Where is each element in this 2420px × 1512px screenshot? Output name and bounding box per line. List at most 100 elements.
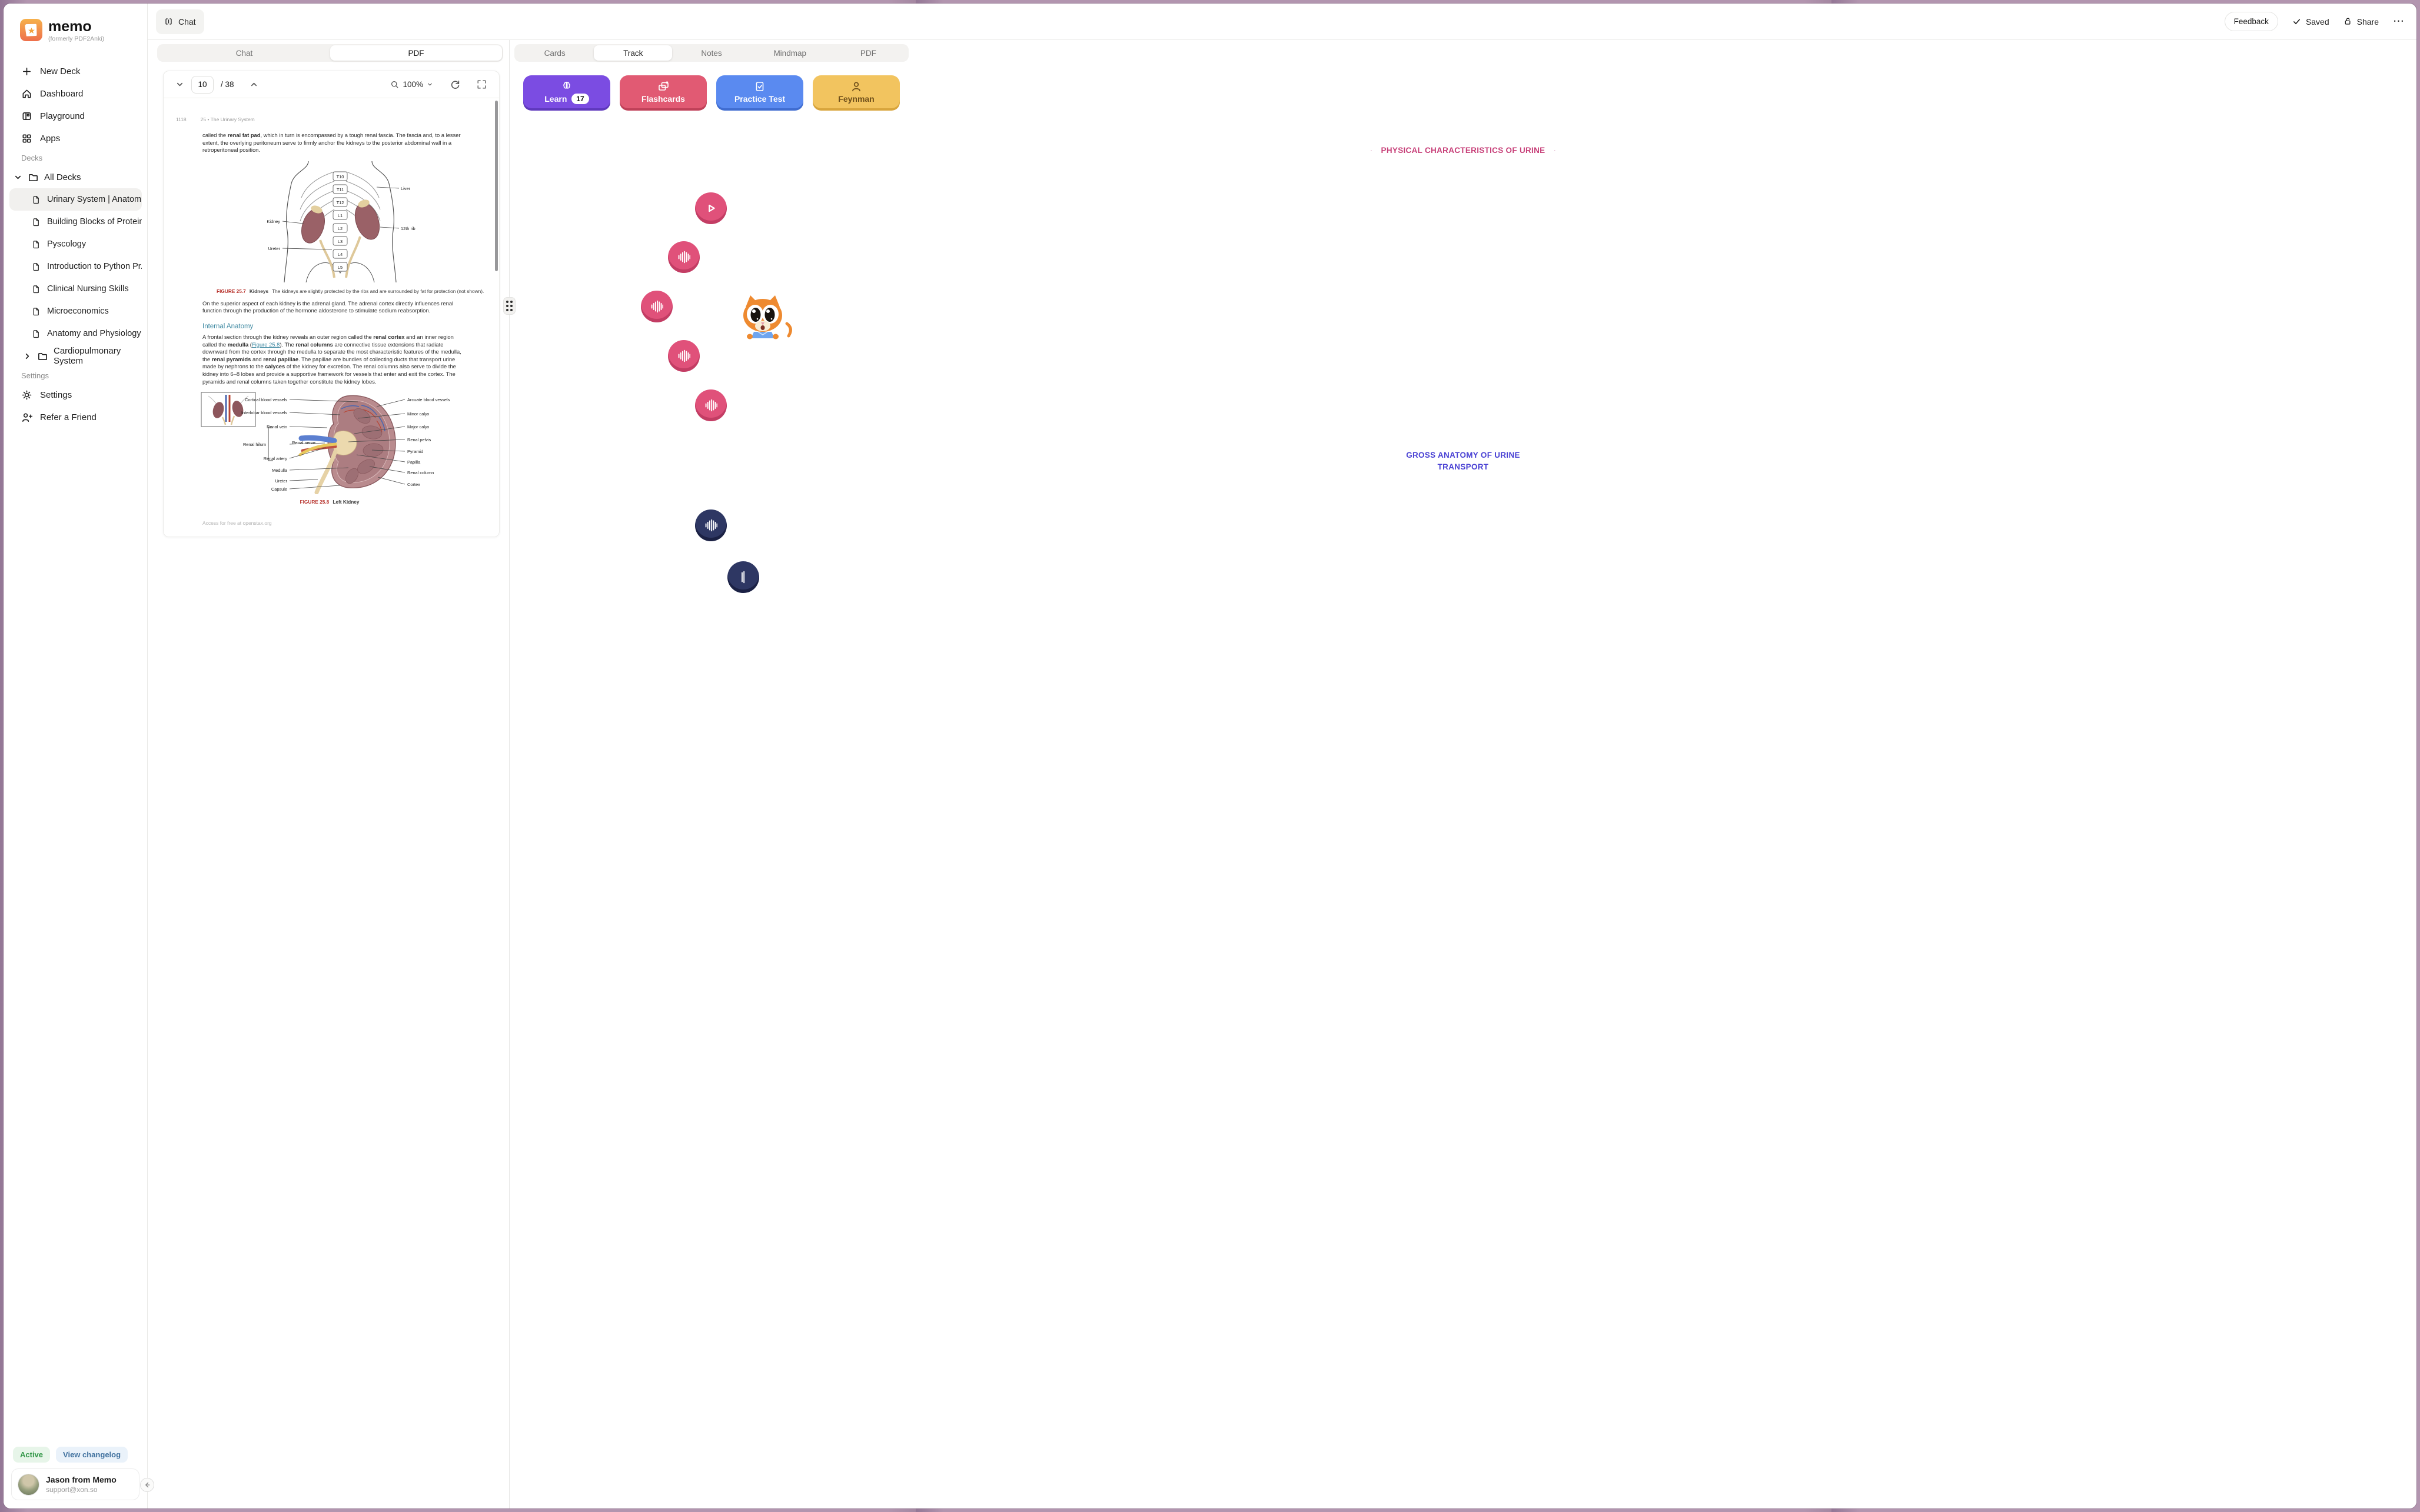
tab-pdf-right[interactable]: PDF: [829, 45, 908, 61]
person-icon: [850, 81, 862, 92]
figure-label: Renal nerve: [292, 440, 315, 445]
waveform-icon: [736, 570, 750, 584]
sidebar-deck-building-blocks[interactable]: Building Blocks of Proteins: [9, 211, 142, 233]
figure-title: Kidneys: [250, 288, 268, 294]
tab-chat[interactable]: Chat: [158, 45, 330, 61]
figure-label: Renal pelvis: [407, 437, 431, 442]
pdf-running-head: 25 • The Urinary System: [201, 116, 255, 122]
waveform-icon: [650, 299, 664, 314]
feynman-button[interactable]: Feynman: [813, 75, 900, 108]
share-button[interactable]: Share: [2343, 17, 2379, 26]
avatar: [18, 1474, 39, 1496]
sidebar-item-refer-friend[interactable]: Refer a Friend: [4, 406, 147, 428]
sidebar-item-new-deck[interactable]: New Deck: [4, 60, 147, 82]
file-icon: [32, 262, 41, 271]
pdf-scrollbar[interactable]: [495, 101, 498, 271]
audio-node-button[interactable]: [668, 340, 700, 372]
figure-25-7-illustration: T10 T11 T12 L1 L2 L3 L4 L5 Liver 12th ri…: [252, 160, 428, 284]
page-down-button[interactable]: [175, 80, 184, 89]
pdf-section-heading: Internal Anatomy: [202, 323, 499, 330]
app-subtitle: (formerly PDF2Anki): [48, 35, 104, 42]
learn-button[interactable]: Learn 17: [523, 75, 610, 108]
sidebar-item-settings[interactable]: Settings: [4, 384, 147, 406]
pdf-page-number: 1118: [176, 116, 187, 122]
figure-25-8-caption: FIGURE 25.8Left Kidney: [164, 499, 499, 505]
tab-track[interactable]: Track: [594, 45, 672, 61]
practice-test-button[interactable]: Practice Test: [716, 75, 803, 108]
file-icon: [32, 240, 41, 249]
sidebar-deck-anatomy-physiology[interactable]: Anatomy and Physiology: [9, 322, 142, 345]
collapse-sidebar-button[interactable]: [140, 1478, 154, 1492]
sidebar-deck-urinary-system[interactable]: Urinary System | Anatom...: [9, 188, 142, 211]
figure-label: Capsule: [271, 487, 287, 492]
figure-label: Interlobar blood vessels: [241, 410, 287, 415]
flashcards-button[interactable]: Flashcards: [620, 75, 707, 108]
sidebar-deck-clinical-nursing[interactable]: Clinical Nursing Skills: [9, 278, 142, 300]
more-menu-button[interactable]: ⋯: [2393, 15, 2405, 28]
figure-label: Ureter: [275, 478, 287, 484]
tab-mindmap[interactable]: Mindmap: [751, 45, 829, 61]
page-up-button[interactable]: [250, 80, 258, 89]
vertebra-label: T12: [337, 200, 344, 205]
study-pane: Cards Track Notes Mindmap PDF Learn 17: [510, 40, 2416, 1508]
sidebar-deck-pyscology[interactable]: Pyscology: [9, 233, 142, 255]
learn-count-badge: 17: [571, 94, 589, 104]
sidebar-item-apps[interactable]: Apps: [4, 127, 147, 149]
tab-cards[interactable]: Cards: [516, 45, 594, 61]
sidebar-item-all-decks[interactable]: All Decks: [4, 166, 147, 188]
chat-pdf-tabs: Chat PDF: [157, 44, 503, 62]
figure-label-12th-rib: 12th rib: [401, 226, 415, 231]
section-title-physical-characteristics: ·PHYSICAL CHARACTERISTICS OF URINE·: [510, 146, 2416, 155]
pdf-footer: Access for free at openstax.org: [202, 520, 499, 526]
deck-label: Urinary System | Anatom...: [47, 195, 142, 204]
feynman-label: Feynman: [838, 94, 874, 104]
logo[interactable]: memo (formerly PDF2Anki): [4, 4, 147, 60]
fullscreen-icon[interactable]: [476, 79, 487, 90]
file-icon: [32, 195, 41, 204]
tab-pdf[interactable]: PDF: [330, 45, 502, 61]
pane-resize-handle[interactable]: [503, 297, 516, 315]
pdf-page[interactable]: 1118 25 • The Urinary System called the …: [164, 99, 499, 537]
saved-label: Saved: [2306, 17, 2329, 26]
practice-test-label: Practice Test: [734, 94, 785, 104]
deck-label: Microeconomics: [47, 307, 109, 316]
audio-node-button[interactable]: [641, 291, 673, 322]
zoom-control[interactable]: 100%: [390, 80, 433, 89]
user-card[interactable]: Jason from Memo support@xon.so: [11, 1468, 139, 1500]
plus-icon: [21, 66, 32, 77]
vertebra-label: L3: [338, 239, 343, 244]
figure-label: Renal artery: [264, 456, 288, 461]
sidebar-folder-cardiopulmonary[interactable]: Cardiopulmonary System: [4, 345, 147, 367]
pdf-viewer: / 38 100% 1118: [163, 71, 500, 537]
deck-label: Anatomy and Physiology: [47, 329, 141, 338]
file-icon: [32, 218, 41, 227]
audio-node-button[interactable]: [695, 389, 727, 421]
sidebar-deck-python[interactable]: Introduction to Python Pr...: [9, 255, 142, 278]
sidebar-deck-microeconomics[interactable]: Microeconomics: [9, 300, 142, 322]
tab-notes[interactable]: Notes: [672, 45, 750, 61]
checkbox-icon: [754, 81, 766, 92]
figure-label: Cortex: [407, 482, 420, 487]
section-title-gross-anatomy: GROSS ANATOMY OF URINE TRANSPORT: [510, 449, 2416, 473]
pdf-paragraph-2: On the superior aspect of each kidney is…: [202, 300, 461, 315]
audio-node-button[interactable]: [695, 509, 727, 541]
rotate-icon[interactable]: [450, 79, 461, 90]
sidebar-item-dashboard[interactable]: Dashboard: [4, 82, 147, 105]
decks-section-label: Decks: [4, 149, 147, 166]
audio-node-button[interactable]: [668, 241, 700, 273]
audio-node-button[interactable]: [727, 561, 759, 593]
status-badge: Active: [13, 1447, 50, 1463]
lock-open-icon: [2343, 17, 2352, 26]
figure-label: Renal column: [407, 470, 434, 475]
feedback-button[interactable]: Feedback: [2225, 12, 2278, 31]
sidebar-item-label: Settings: [40, 390, 72, 400]
sidebar-item-playground[interactable]: Playground: [4, 105, 147, 127]
deck-label: Clinical Nursing Skills: [47, 284, 129, 294]
view-changelog-button[interactable]: View changelog: [56, 1447, 128, 1463]
chat-toggle-button[interactable]: Chat: [156, 9, 204, 34]
sidebar-item-label: Apps: [40, 134, 60, 144]
page-number-input[interactable]: [191, 76, 214, 94]
audio-node-play-button[interactable]: [695, 192, 727, 224]
apps-grid-icon: [21, 133, 32, 144]
connector-dot: ·: [1553, 146, 1556, 155]
